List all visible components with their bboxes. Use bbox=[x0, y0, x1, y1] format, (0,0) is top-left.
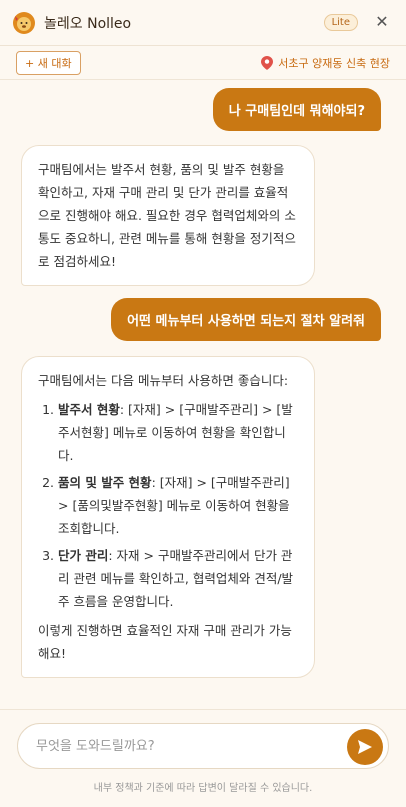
plan-badge: Lite bbox=[323, 14, 358, 31]
site-location-label: 서초구 양재동 신축 현장 bbox=[278, 56, 390, 70]
bot-message-intro: 구매팀에서는 다음 메뉴부터 사용하면 좋습니다: bbox=[38, 373, 289, 388]
new-chat-button[interactable]: + 새 대화 bbox=[16, 50, 81, 75]
message-composer bbox=[17, 723, 389, 769]
app-header: 놀레오 Nolleo Lite ✕ bbox=[0, 0, 406, 46]
send-button[interactable] bbox=[347, 729, 383, 765]
step-title: 품의 및 발주 현황 bbox=[58, 475, 152, 490]
send-icon bbox=[358, 740, 372, 754]
close-icon: ✕ bbox=[375, 12, 389, 31]
step-title: 발주서 현황 bbox=[58, 402, 120, 417]
bot-message-outro: 이렇게 진행하면 효율적인 자재 구매 관리가 가능해요! bbox=[38, 623, 292, 661]
site-location[interactable]: 서초구 양재동 신축 현장 bbox=[261, 55, 390, 71]
step-item: 단가 관리: 자재 > 구매발주관리에서 단가 관리 관련 메뉴를 확인하고, … bbox=[58, 544, 298, 613]
divider bbox=[0, 709, 406, 710]
location-pin-icon bbox=[261, 55, 274, 70]
app-title: 놀레오 Nolleo bbox=[44, 15, 132, 32]
chat-toolbar: + 새 대화 서초구 양재동 신축 현장 bbox=[0, 46, 406, 80]
disclaimer-note: 내부 정책과 기준에 따라 답변이 달라질 수 있습니다. bbox=[93, 783, 313, 794]
lion-logo-icon bbox=[13, 11, 35, 34]
message-input[interactable] bbox=[36, 738, 326, 754]
close-button[interactable]: ✕ bbox=[372, 12, 392, 32]
step-title: 단가 관리 bbox=[58, 548, 109, 563]
step-item: 발주서 현황: [자재] > [구매발주관리] > [발주서현황] 메뉴로 이동… bbox=[58, 398, 298, 467]
user-message: 나 구매팀인데 뭐해야되? bbox=[212, 88, 381, 131]
bot-message: 구매팀에서는 발주서 현황, 품의 및 발주 현황을 확인하고, 자재 구매 관… bbox=[21, 145, 315, 286]
user-message: 어떤 메뉴부터 사용하면 되는지 절차 알려줘 bbox=[111, 298, 381, 341]
step-list: 발주서 현황: [자재] > [구매발주관리] > [발주서현황] 메뉴로 이동… bbox=[58, 398, 298, 613]
bot-message: 구매팀에서는 다음 메뉴부터 사용하면 좋습니다: 발주서 현황: [자재] >… bbox=[21, 356, 315, 678]
step-item: 품의 및 발주 현황: [자재] > [구매발주관리] > [품의및발주현황] … bbox=[58, 471, 298, 540]
